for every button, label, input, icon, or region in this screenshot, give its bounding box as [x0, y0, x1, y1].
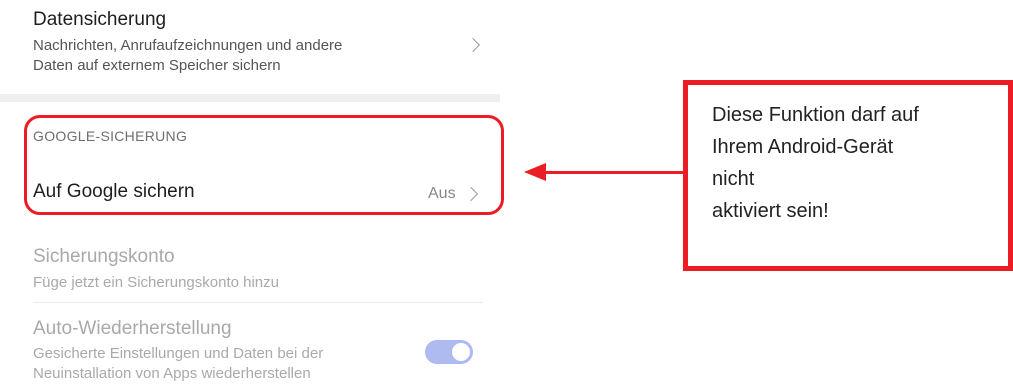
arrow-line [545, 171, 684, 174]
callout-text: Diese Funktion darf auf Ihrem Android-Ge… [712, 99, 1002, 227]
highlight-box [24, 115, 504, 215]
data-backup-title: Datensicherung [33, 9, 167, 30]
auto-restore-toggle[interactable] [425, 340, 473, 364]
toggle-knob [452, 343, 470, 361]
data-backup-subtitle-1: Nachrichten, Anrufaufzeichnungen und and… [33, 37, 343, 54]
section-separator [0, 94, 500, 102]
callout-line-2: Ihrem Android-Gerät [712, 136, 894, 158]
auto-restore-subtitle-2: Neuinstallation von Apps wiederherstelle… [33, 365, 311, 382]
callout-line-4: aktiviert sein! [712, 200, 829, 222]
divider [33, 302, 483, 303]
callout-line-1: Diese Funktion darf auf [712, 104, 919, 126]
backup-account-title: Sicherungskonto [33, 246, 175, 267]
data-backup-subtitle-2: Daten auf externem Speicher sichern [33, 57, 281, 74]
callout-line-3: nicht [712, 168, 755, 190]
backup-account-item[interactable]: Sicherungskonto Füge jetzt ein Sicherung… [33, 246, 500, 293]
data-backup-item[interactable]: Datensicherung Nachrichten, Anrufaufzeic… [33, 9, 500, 76]
annotation-callout: Diese Funktion darf auf Ihrem Android-Ge… [683, 80, 1013, 271]
backup-account-subtitle: Füge jetzt ein Sicherungskonto hinzu [33, 274, 279, 291]
auto-restore-title: Auto-Wiederherstellung [33, 318, 232, 339]
arrow-head-icon [524, 163, 546, 181]
